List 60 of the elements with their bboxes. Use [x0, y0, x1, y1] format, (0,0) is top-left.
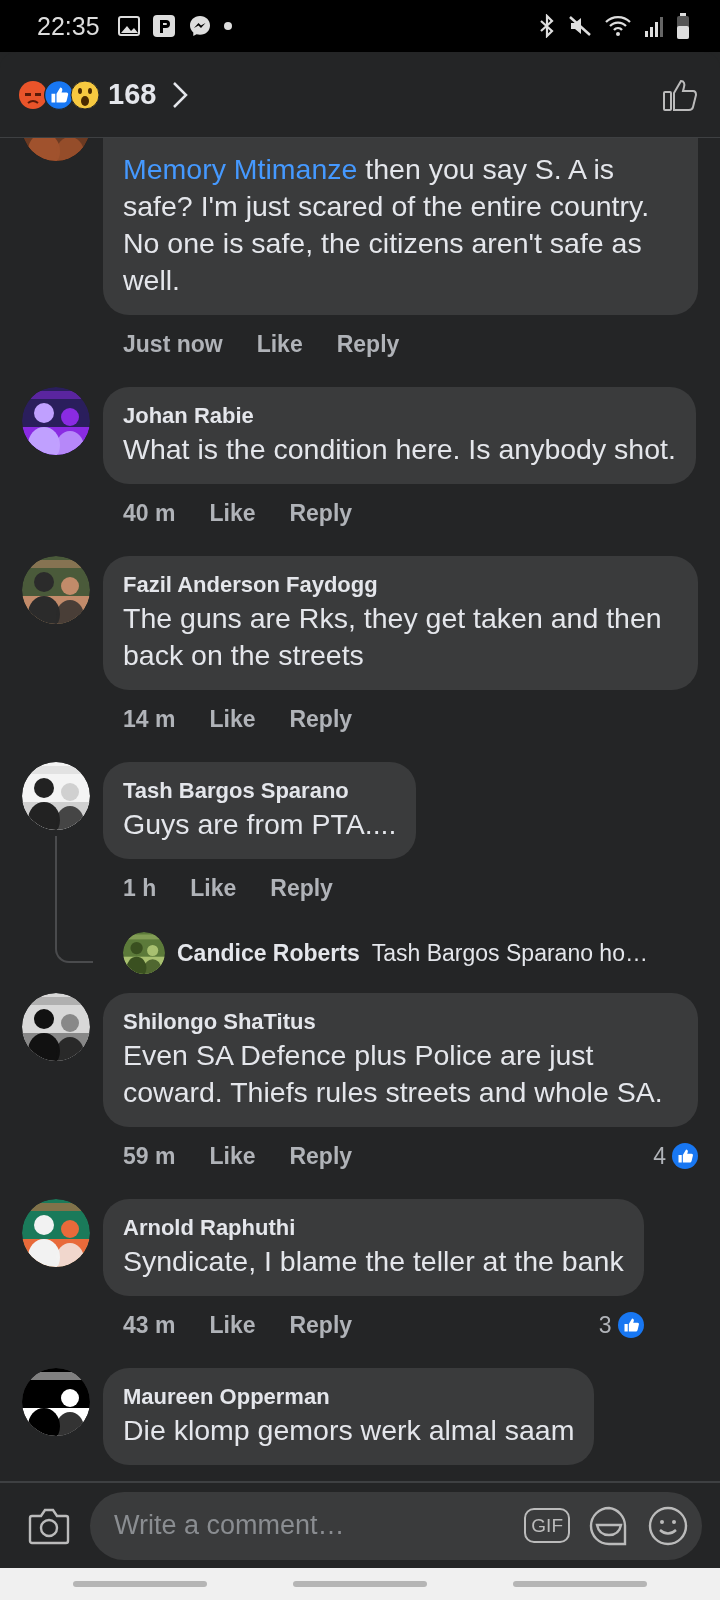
reply-link[interactable]: Reply	[289, 499, 353, 527]
reply-link[interactable]: Reply	[289, 1142, 353, 1170]
thumbs-up-icon[interactable]	[662, 77, 698, 112]
comment-time: 1 h	[123, 874, 157, 902]
author-name[interactable]: Shilongo ShaTitus	[123, 1007, 678, 1037]
comment-text: Syndicate, I blame the teller at the bank	[123, 1244, 624, 1279]
like-link[interactable]: Like	[209, 499, 256, 527]
reply-preview-text[interactable]: Tash Bargos Sparano ho…	[371, 939, 648, 967]
gif-button[interactable]: GIF	[524, 1508, 570, 1543]
like-icon	[672, 1143, 698, 1169]
dot-icon	[223, 22, 232, 30]
reply-link[interactable]: Reply	[289, 1311, 353, 1339]
messenger-icon	[187, 14, 212, 38]
nav-handle[interactable]	[73, 1581, 207, 1587]
like-icon	[617, 1312, 644, 1338]
like-link[interactable]: Like	[209, 1142, 256, 1170]
like-count: 4	[653, 1142, 666, 1170]
wifi-icon	[604, 14, 632, 38]
comment-time: 59 m	[123, 1142, 176, 1170]
camera-icon[interactable]	[28, 1506, 70, 1545]
like-link[interactable]: Like	[256, 330, 303, 358]
reply-link[interactable]: Reply	[289, 705, 353, 733]
author-name[interactable]: Candice Roberts	[177, 939, 360, 967]
signal-icon	[644, 15, 664, 37]
nav-handle[interactable]	[293, 1581, 427, 1587]
comment-text: What is the condition here. Is anybody shot.	[123, 432, 676, 467]
reaction-count[interactable]: 168	[108, 78, 157, 111]
author-name[interactable]: Fazil Anderson Faydogg	[123, 570, 678, 600]
comment-time: 40 m	[123, 499, 176, 527]
author-name[interactable]: Tash Bargos Sparano	[123, 776, 397, 806]
like-count: 3	[598, 1311, 612, 1339]
author-name[interactable]: Johan Rabie	[123, 401, 676, 431]
wow-emoji-icon	[70, 79, 100, 110]
comment-text: Die klomp gemors werk almal saam	[123, 1413, 575, 1448]
comment-time: 14 m	[123, 705, 176, 733]
angry-emoji-icon	[18, 79, 48, 110]
reply-link[interactable]: Reply	[336, 330, 400, 358]
mention-link[interactable]: Memory Mtimanze	[123, 153, 358, 185]
reply-link[interactable]: Reply	[270, 874, 333, 902]
bluetooth-icon	[538, 14, 556, 38]
gallery-icon	[117, 16, 140, 36]
nav-handle[interactable]	[513, 1581, 647, 1587]
like-link[interactable]: Like	[190, 874, 237, 902]
like-icon	[44, 79, 74, 110]
mute-icon	[568, 14, 592, 38]
author-name[interactable]: Arnold Raphuthi	[123, 1213, 624, 1243]
comment-text: The guns are Rks, they get taken and then back on the streets	[123, 601, 663, 673]
comment-time: Just now	[123, 330, 223, 358]
author-name[interactable]: Maureen Opperman	[123, 1382, 575, 1412]
status-time: 22:35	[37, 11, 100, 41]
comment-time: 43 m	[123, 1311, 176, 1339]
like-link[interactable]: Like	[209, 705, 256, 733]
emoji-icon[interactable]	[648, 1505, 688, 1546]
battery-icon	[676, 13, 690, 39]
comment-text: Guys are from PTA....	[123, 807, 397, 842]
comment-field[interactable]: Write a comment… GIF	[90, 1491, 702, 1560]
app-icon	[151, 14, 176, 38]
comment-text: Even SA Defence plus Police are just coward. Thiefs rules streets and whole SA.	[123, 1038, 664, 1110]
comment-text: Memory Mtimanze then you say S. A is safe? I'm just scared of the entire country. No one is safe, the citizens aren't safe as well.	[123, 152, 651, 298]
like-link[interactable]: Like	[209, 1311, 256, 1339]
